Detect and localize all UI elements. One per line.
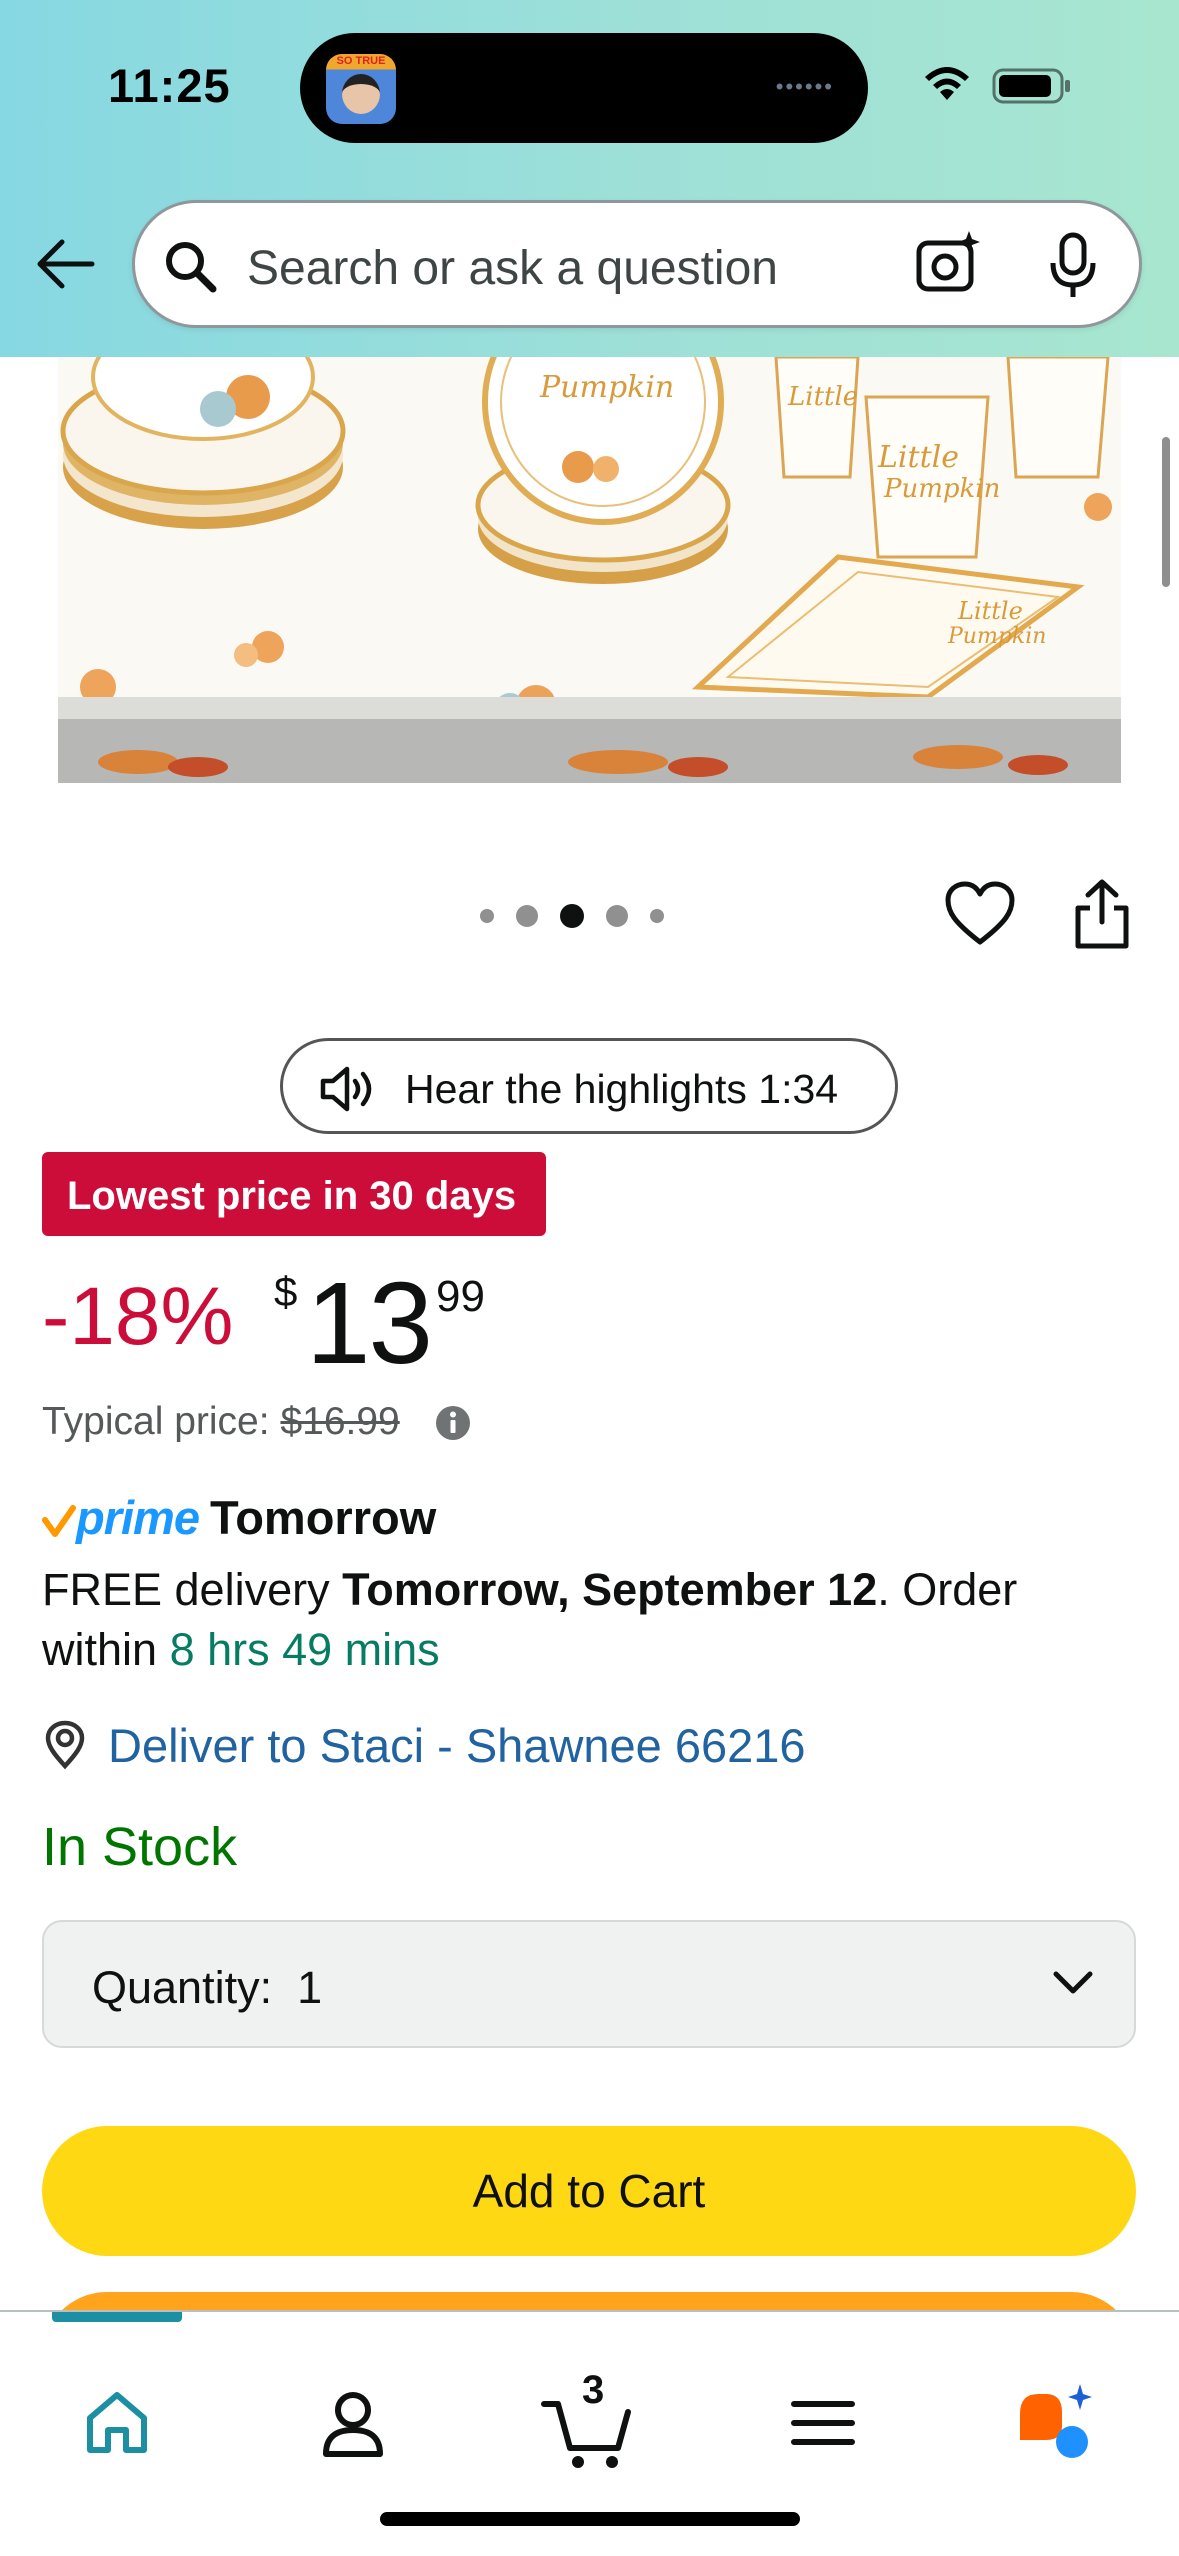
price-fraction: 99: [436, 1272, 485, 1321]
home-icon[interactable]: [72, 2378, 162, 2468]
prime-delivery-day: Tomorrow: [210, 1491, 437, 1544]
island-activity-dots: ••••••: [775, 74, 834, 99]
info-icon[interactable]: [434, 1404, 472, 1442]
svg-text:Little: Little: [957, 597, 1023, 625]
stock-status: In Stock: [42, 1817, 238, 1877]
back-arrow-icon[interactable]: [30, 228, 102, 300]
hear-highlights-button[interactable]: Hear the highlights 1:34: [280, 1038, 898, 1134]
wifi-icon: [925, 67, 969, 100]
svg-text:Little: Little: [877, 440, 959, 475]
search-icon: [166, 242, 217, 293]
typical-price-label: Typical price:: [42, 1400, 270, 1443]
home-indicator[interactable]: [380, 2512, 800, 2526]
pagination-dot[interactable]: [516, 905, 538, 927]
pagination-dot-active[interactable]: [560, 904, 584, 928]
pagination-dot[interactable]: [650, 909, 664, 923]
delivery-message: FREE delivery Tomorrow, September 12. Or…: [42, 1560, 1142, 1680]
deliver-to-link[interactable]: Deliver to Staci - Shawnee 66216: [108, 1718, 806, 1773]
quantity-select[interactable]: Quantity: 1: [42, 1920, 1136, 2048]
scrollbar[interactable]: [1162, 437, 1170, 587]
share-icon[interactable]: [1070, 878, 1134, 950]
hear-highlights-label: Hear the highlights 1:34: [405, 1066, 839, 1112]
top-header: 11:25 SO TRUE •••••• Search or ask a que…: [0, 0, 1179, 357]
speaker-icon: [320, 1066, 372, 1112]
active-tab-indicator: [52, 2312, 182, 2322]
quantity-number: 1: [297, 1962, 323, 2013]
search-bar[interactable]: Search or ask a question: [132, 200, 1142, 328]
location-pin-icon: [45, 1720, 85, 1770]
deal-badge: Lowest price in 30 days: [42, 1152, 546, 1236]
typical-price: Typical price: $16.99: [42, 1400, 400, 1444]
pagination-dot[interactable]: [480, 909, 494, 923]
pagination-dot[interactable]: [606, 905, 628, 927]
prime-logo-text: prime: [76, 1491, 200, 1544]
island-live-activity-thumbnail: SO TRUE: [326, 54, 396, 124]
quantity-label: Quantity:: [92, 1962, 273, 2013]
status-time: 11:25: [108, 59, 231, 112]
menu-icon[interactable]: [778, 2378, 868, 2468]
search-input[interactable]: Search or ask a question: [247, 241, 778, 296]
svg-text:Pumpkin: Pumpkin: [539, 370, 674, 405]
delivery-date: Tomorrow, September 12: [342, 1564, 878, 1615]
cart-icon[interactable]: 3: [540, 2362, 640, 2472]
svg-text:Pumpkin: Pumpkin: [883, 474, 1000, 504]
price-whole: 13: [306, 1258, 433, 1388]
account-icon[interactable]: [308, 2378, 398, 2468]
product-image[interactable]: Pumpkin Little Little Pumpkin Little Pum…: [58, 357, 1121, 783]
camera-sparkle-icon[interactable]: [913, 229, 983, 299]
image-pagination-dots[interactable]: [480, 904, 686, 928]
battery-icon: [992, 68, 1070, 104]
delivery-free-text: FREE delivery: [42, 1564, 343, 1615]
dynamic-island[interactable]: SO TRUE ••••••: [300, 33, 868, 143]
microphone-icon[interactable]: [1043, 231, 1103, 301]
cart-count: 3: [582, 2368, 605, 2412]
delivery-countdown: 8 hrs 49 mins: [169, 1624, 440, 1675]
typical-price-value: $16.99: [280, 1400, 400, 1443]
island-badge-label: SO TRUE: [336, 55, 386, 67]
svg-text:Little: Little: [787, 382, 858, 412]
product-photo: Pumpkin Little Little Pumpkin Little Pum…: [58, 357, 1121, 783]
svg-text:Pumpkin: Pumpkin: [947, 624, 1046, 649]
add-to-cart-button[interactable]: Add to Cart: [42, 2126, 1136, 2256]
prime-check-icon: [42, 1505, 76, 1537]
rufus-ai-icon[interactable]: [1012, 2378, 1102, 2468]
quantity-value: Quantity: 1: [92, 1962, 322, 2014]
discount-percent: -18%: [42, 1271, 234, 1362]
price-currency: $: [274, 1268, 298, 1315]
chevron-down-icon: [1053, 1971, 1093, 1994]
heart-icon[interactable]: [944, 880, 1016, 950]
